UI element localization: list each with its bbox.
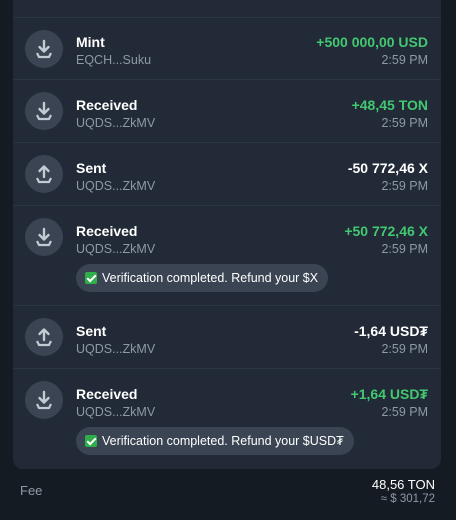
arrow-up-icon: [25, 318, 63, 356]
arrow-down-icon: [25, 30, 63, 68]
transaction-address: UQDS...ZkMV: [76, 242, 156, 256]
transaction-amount: +48,45 TON: [351, 97, 428, 113]
transaction-row[interactable]: Received UQDS...ZkMV +48,45 TON 2:59 PM: [13, 80, 441, 143]
arrow-down-icon: [25, 218, 63, 256]
transaction-comment: Verification completed. Refund your $USD…: [76, 427, 354, 455]
transaction-time: 2:59 PM: [381, 242, 428, 256]
transaction-time: 2:59 PM: [381, 179, 428, 193]
comment-text: Verification completed. Refund your $X: [102, 271, 319, 285]
transaction-type: Sent: [76, 160, 107, 176]
transaction-type: Mint: [76, 34, 105, 50]
transaction-amount: +500 000,00 USD: [316, 34, 428, 50]
transaction-row[interactable]: Sent UQDS...ZkMV -50 772,46 X 2:59 PM: [13, 143, 441, 206]
transaction-row[interactable]: Mint EQCH...Suku +500 000,00 USD 2:59 PM: [13, 18, 441, 80]
check-mark-icon: [85, 272, 97, 284]
fee-value: 48,56 TON: [371, 477, 435, 492]
transaction-amount: -50 772,46 X: [347, 160, 428, 176]
transaction-address: UQDS...ZkMV: [76, 179, 156, 193]
arrow-down-icon: [25, 92, 63, 130]
arrow-up-icon: [25, 155, 63, 193]
comment-text: Verification completed. Refund your $USD…: [102, 434, 344, 448]
transaction-address: UQDS...ZkMV: [76, 342, 156, 356]
transaction-address: EQCH...Suku: [76, 53, 152, 67]
transaction-address: UQDS...ZkMV: [76, 405, 156, 419]
transaction-row[interactable]: Received UQDS...ZkMV +50 772,46 X 2:59 P…: [13, 206, 441, 306]
fee-label: Fee: [20, 483, 43, 498]
transaction-type: Received: [76, 223, 138, 239]
transaction-amount: +50 772,46 X: [344, 223, 428, 239]
transaction-time: 2:59 PM: [381, 405, 428, 419]
check-mark-icon: [85, 435, 97, 447]
transaction-list-card: Mint EQCH...Suku +500 000,00 USD 2:59 PM…: [13, 0, 441, 469]
transaction-amount: +1,64 USD₮: [350, 386, 428, 402]
fee-fiat-value: ≈ $ 301,72: [380, 493, 435, 505]
transaction-row[interactable]: Received UQDS...ZkMV +1,64 USD₮ 2:59 PM …: [13, 369, 441, 469]
transaction-type: Received: [76, 97, 138, 113]
transaction-address: UQDS...ZkMV: [76, 116, 156, 130]
transaction-row[interactable]: Sent UQDS...ZkMV -1,64 USD₮ 2:59 PM: [13, 306, 441, 369]
arrow-down-icon: [25, 381, 63, 419]
transaction-amount: -1,64 USD₮: [354, 323, 428, 339]
transaction-type: Sent: [76, 323, 107, 339]
transaction-comment: Verification completed. Refund your $X: [76, 264, 329, 292]
transaction-time: 2:59 PM: [381, 53, 428, 67]
transaction-time: 2:59 PM: [381, 116, 428, 130]
transaction-time: 2:59 PM: [381, 342, 428, 356]
transaction-type: Received: [76, 386, 138, 402]
